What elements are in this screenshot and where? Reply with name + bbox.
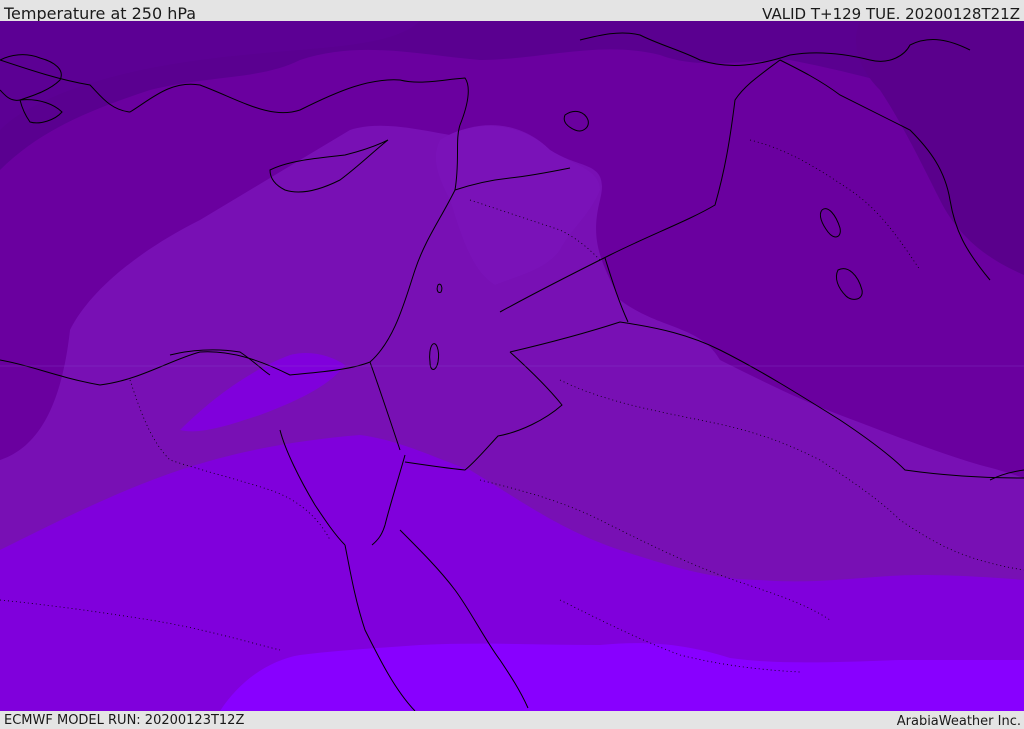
temperature-map bbox=[0, 21, 1024, 711]
credit-label: ArabiaWeather Inc. bbox=[896, 714, 1021, 729]
model-run-label: ECMWF MODEL RUN: 20200123T12Z bbox=[4, 713, 245, 728]
map-page: Temperature at 250 hPa VALID T+129 TUE. … bbox=[0, 0, 1024, 729]
